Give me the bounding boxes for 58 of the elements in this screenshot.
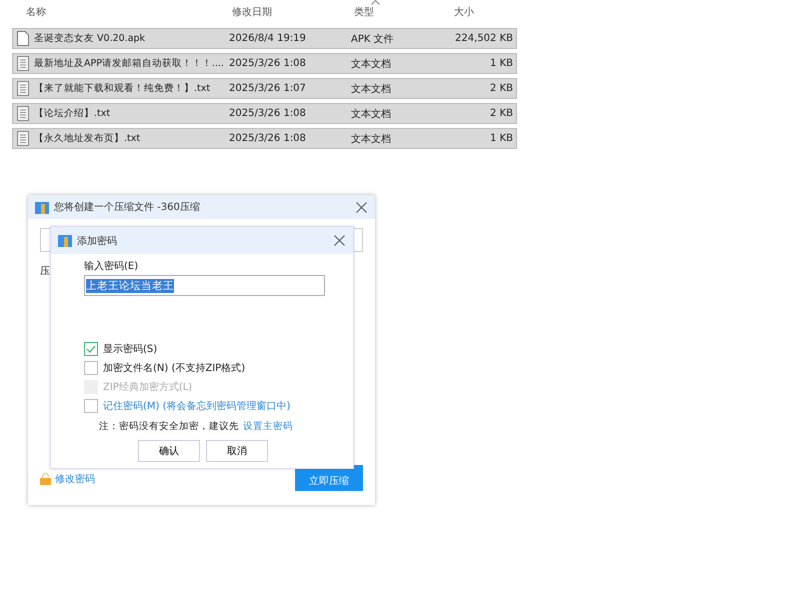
modified-date: 2025/3/26 1:08 — [229, 133, 307, 144]
modified-date: 2025/3/26 1:08 — [229, 58, 307, 69]
checkbox[interactable] — [84, 399, 98, 413]
file-type: 文本文档 — [351, 58, 392, 70]
file-row[interactable]: 圣诞变态女友 V0.20.apk 2026/8/4 19:19 APK 文件 224,502 KB — [12, 28, 517, 49]
file-size: 2 KB — [489, 83, 513, 94]
close-icon[interactable] — [334, 235, 345, 246]
field-label: 压 — [40, 265, 50, 278]
change-password-link[interactable]: 修改密码 — [55, 472, 95, 486]
column-header[interactable]: 修改日期 — [232, 5, 354, 19]
close-icon[interactable] — [356, 202, 367, 212]
password-field[interactable]: 上老王论坛当老王 — [84, 275, 325, 296]
column-header[interactable]: 大小 — [454, 5, 494, 19]
dialog-title: 添加密码 — [77, 234, 118, 248]
file-size: 224,502 KB — [454, 33, 513, 44]
checkbox[interactable] — [84, 342, 98, 356]
note-text: 注：密码没有安全加密，建议先 — [99, 420, 239, 433]
text-file-icon — [17, 81, 29, 96]
checkbox[interactable] — [84, 361, 98, 375]
file-name: 【永久地址发布页】.txt — [34, 132, 142, 145]
set-master-password-link[interactable]: 设置主密码 — [243, 420, 293, 433]
file-name: 【论坛介绍】.txt — [34, 107, 112, 120]
file-row[interactable]: 【永久地址发布页】.txt 2025/3/26 1:08 文本文档 1 KB — [12, 128, 517, 149]
dialog-button[interactable]: 确认 — [138, 440, 200, 462]
text-file-icon — [17, 106, 29, 121]
field-label: 输入密码(E) — [84, 260, 138, 273]
file-name: 圣诞变态女友 V0.20.apk — [34, 32, 146, 45]
file-row[interactable]: 【论坛介绍】.txt 2025/3/26 1:08 文本文档 2 KB — [12, 103, 517, 124]
window-title: 您将创建一个压缩文件 -360压缩 — [54, 200, 201, 214]
modified-date: 2025/3/26 1:07 — [229, 83, 307, 94]
file-row[interactable]: 【来了就能下载和观看！纯免费！】.txt 2025/3/26 1:07 文本文档 2 KB — [12, 78, 517, 99]
password-text: 上老王论坛当老王 — [86, 278, 174, 292]
file-type: 文本文档 — [351, 132, 392, 146]
text-file-icon — [17, 131, 29, 146]
column-header[interactable]: 类型 — [354, 5, 454, 19]
sort-caret-icon — [371, 0, 380, 5]
column-header[interactable]: 名称 — [12, 5, 232, 19]
file-type: 文本文档 — [351, 82, 392, 96]
modified-date: 2025/3/26 1:08 — [229, 108, 307, 119]
file-size: 1 KB — [489, 133, 513, 144]
option-label: 加密文件名(N) (不支持ZIP格式) — [103, 362, 246, 375]
file-icon — [17, 31, 29, 46]
file-type: APK 文件 — [351, 32, 395, 46]
file-row[interactable]: 最新地址及APP请发邮箱自动获取！！！.... 2025/3/26 1:08 文本文档 1 KB — [12, 53, 517, 74]
modified-date: 2026/8/4 19:19 — [229, 33, 307, 44]
archive-icon — [35, 200, 49, 214]
file-size: 2 KB — [489, 108, 513, 119]
file-name: 【来了就能下载和观看！纯免费！】.txt — [34, 82, 212, 95]
text-file-icon — [17, 56, 29, 71]
option-label: ZIP经典加密方式(L) — [103, 380, 192, 394]
file-name: 最新地址及APP请发邮箱自动获取！！！.... — [34, 57, 226, 70]
file-type: 文本文档 — [351, 108, 392, 120]
option-label: 记住密码(M) (将会备忘到密码管理窗口中) — [103, 400, 290, 413]
file-size: 1 KB — [489, 58, 513, 69]
dialog-button[interactable]: 取消 — [206, 440, 268, 462]
archive-icon — [58, 234, 72, 247]
option-label: 显示密码(S) — [103, 342, 158, 356]
lock-icon — [40, 473, 51, 485]
